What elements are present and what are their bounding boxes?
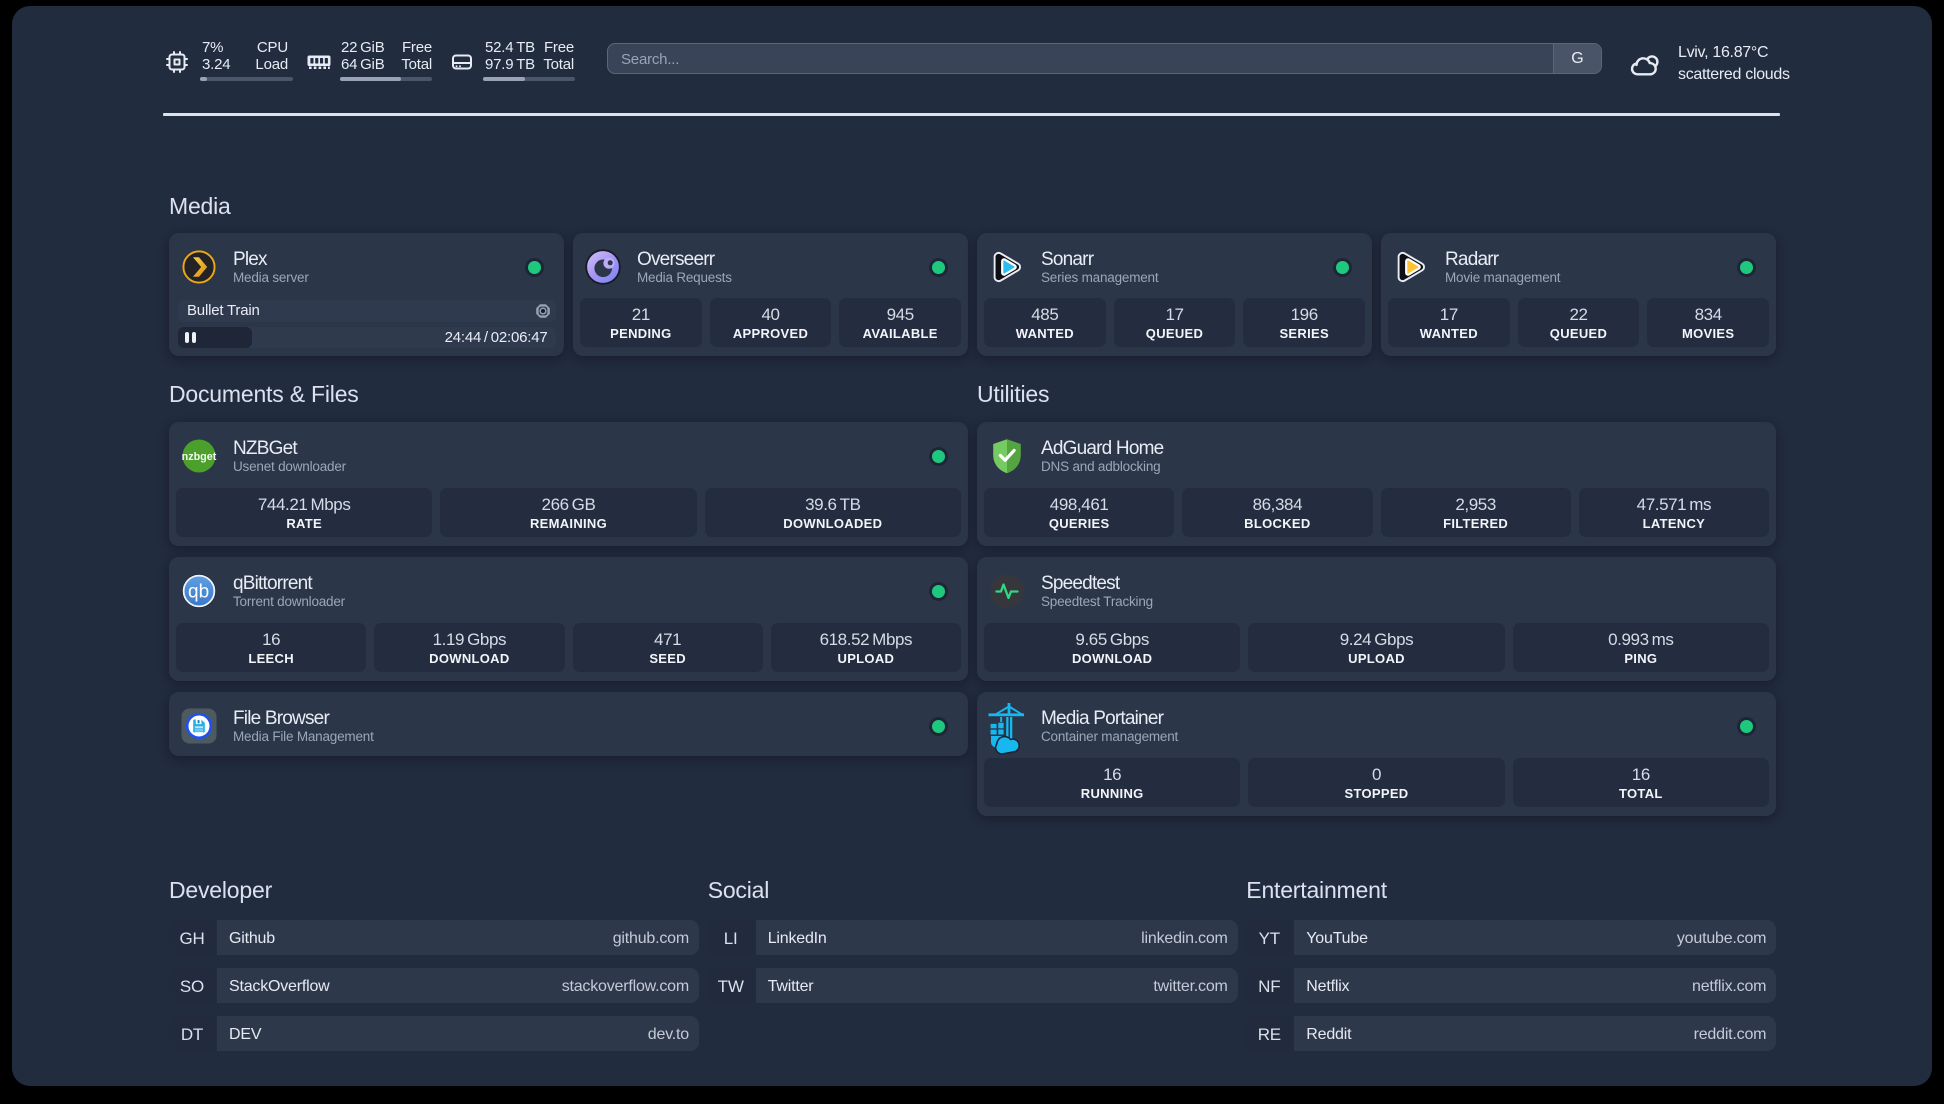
svg-text:qb: qb bbox=[188, 582, 209, 603]
svg-text:nzbget: nzbget bbox=[182, 451, 217, 463]
